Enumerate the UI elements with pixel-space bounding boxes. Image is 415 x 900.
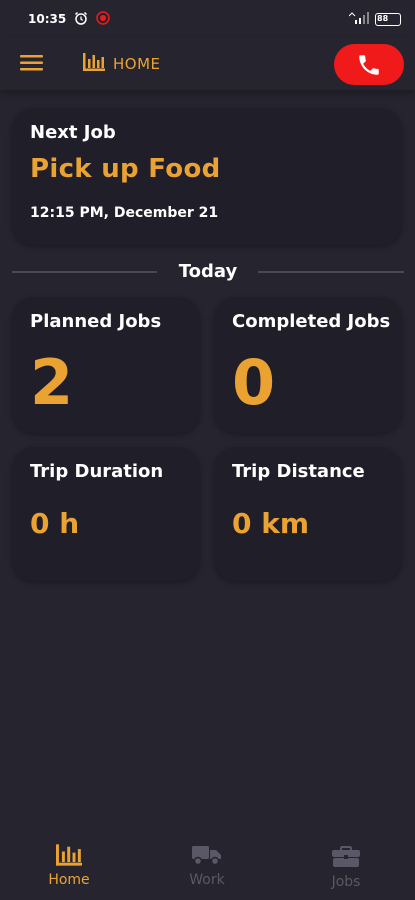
completed-jobs-card[interactable]: Completed Jobs 0 xyxy=(214,297,402,433)
trip-distance-value: 0 km xyxy=(232,507,310,540)
nav-jobs[interactable]: Jobs xyxy=(277,830,415,900)
signal-icon xyxy=(348,11,369,27)
trip-distance-label: Trip Distance xyxy=(232,461,365,482)
status-time: 10:35 xyxy=(28,12,67,26)
nav-jobs-label: Jobs xyxy=(331,874,361,890)
nav-home[interactable]: Home xyxy=(0,830,138,900)
call-button[interactable] xyxy=(334,44,404,85)
home-screen: 10:35 88 HOME Next Job Pick up Food 12:1… xyxy=(0,0,415,900)
battery-level: 88 xyxy=(377,13,389,23)
nav-home-label: Home xyxy=(48,872,90,888)
completed-jobs-label: Completed Jobs xyxy=(232,311,391,332)
phone-icon xyxy=(359,54,379,75)
record-icon xyxy=(96,10,110,28)
status-bar: 10:35 88 xyxy=(0,0,415,38)
planned-jobs-card[interactable]: Planned Jobs 2 xyxy=(12,297,200,433)
trip-distance-card: Trip Distance 0 km xyxy=(214,447,402,581)
next-job-label: Next Job xyxy=(30,122,116,143)
planned-jobs-value: 2 xyxy=(30,346,74,419)
trip-duration-card: Trip Duration 0 h xyxy=(12,447,200,581)
page-title-text: HOME xyxy=(113,55,161,73)
bottom-nav: Home Work Jobs xyxy=(0,830,415,900)
next-job-title: Pick up Food xyxy=(30,154,221,184)
nav-work-label: Work xyxy=(189,872,225,888)
completed-jobs-value: 0 xyxy=(232,346,276,419)
bar-chart-icon xyxy=(83,53,105,75)
next-job-time: 12:15 PM, December 21 xyxy=(30,205,219,221)
truck-icon xyxy=(192,846,221,866)
menu-icon xyxy=(20,55,43,71)
nav-work[interactable]: Work xyxy=(138,830,276,900)
divider-line-right xyxy=(258,271,404,273)
battery-icon: 88 xyxy=(375,12,401,26)
bar-chart-icon xyxy=(56,844,82,866)
trip-duration-label: Trip Duration xyxy=(30,461,164,482)
next-job-card[interactable]: Next Job Pick up Food 12:15 PM, December… xyxy=(12,108,402,245)
hamburger-menu-button[interactable] xyxy=(20,52,46,74)
page-title: HOME xyxy=(83,52,161,76)
planned-jobs-label: Planned Jobs xyxy=(30,311,162,332)
briefcase-icon xyxy=(332,846,360,867)
alarm-icon xyxy=(74,11,88,28)
today-divider: Today xyxy=(12,258,404,286)
trip-duration-value: 0 h xyxy=(30,507,80,540)
